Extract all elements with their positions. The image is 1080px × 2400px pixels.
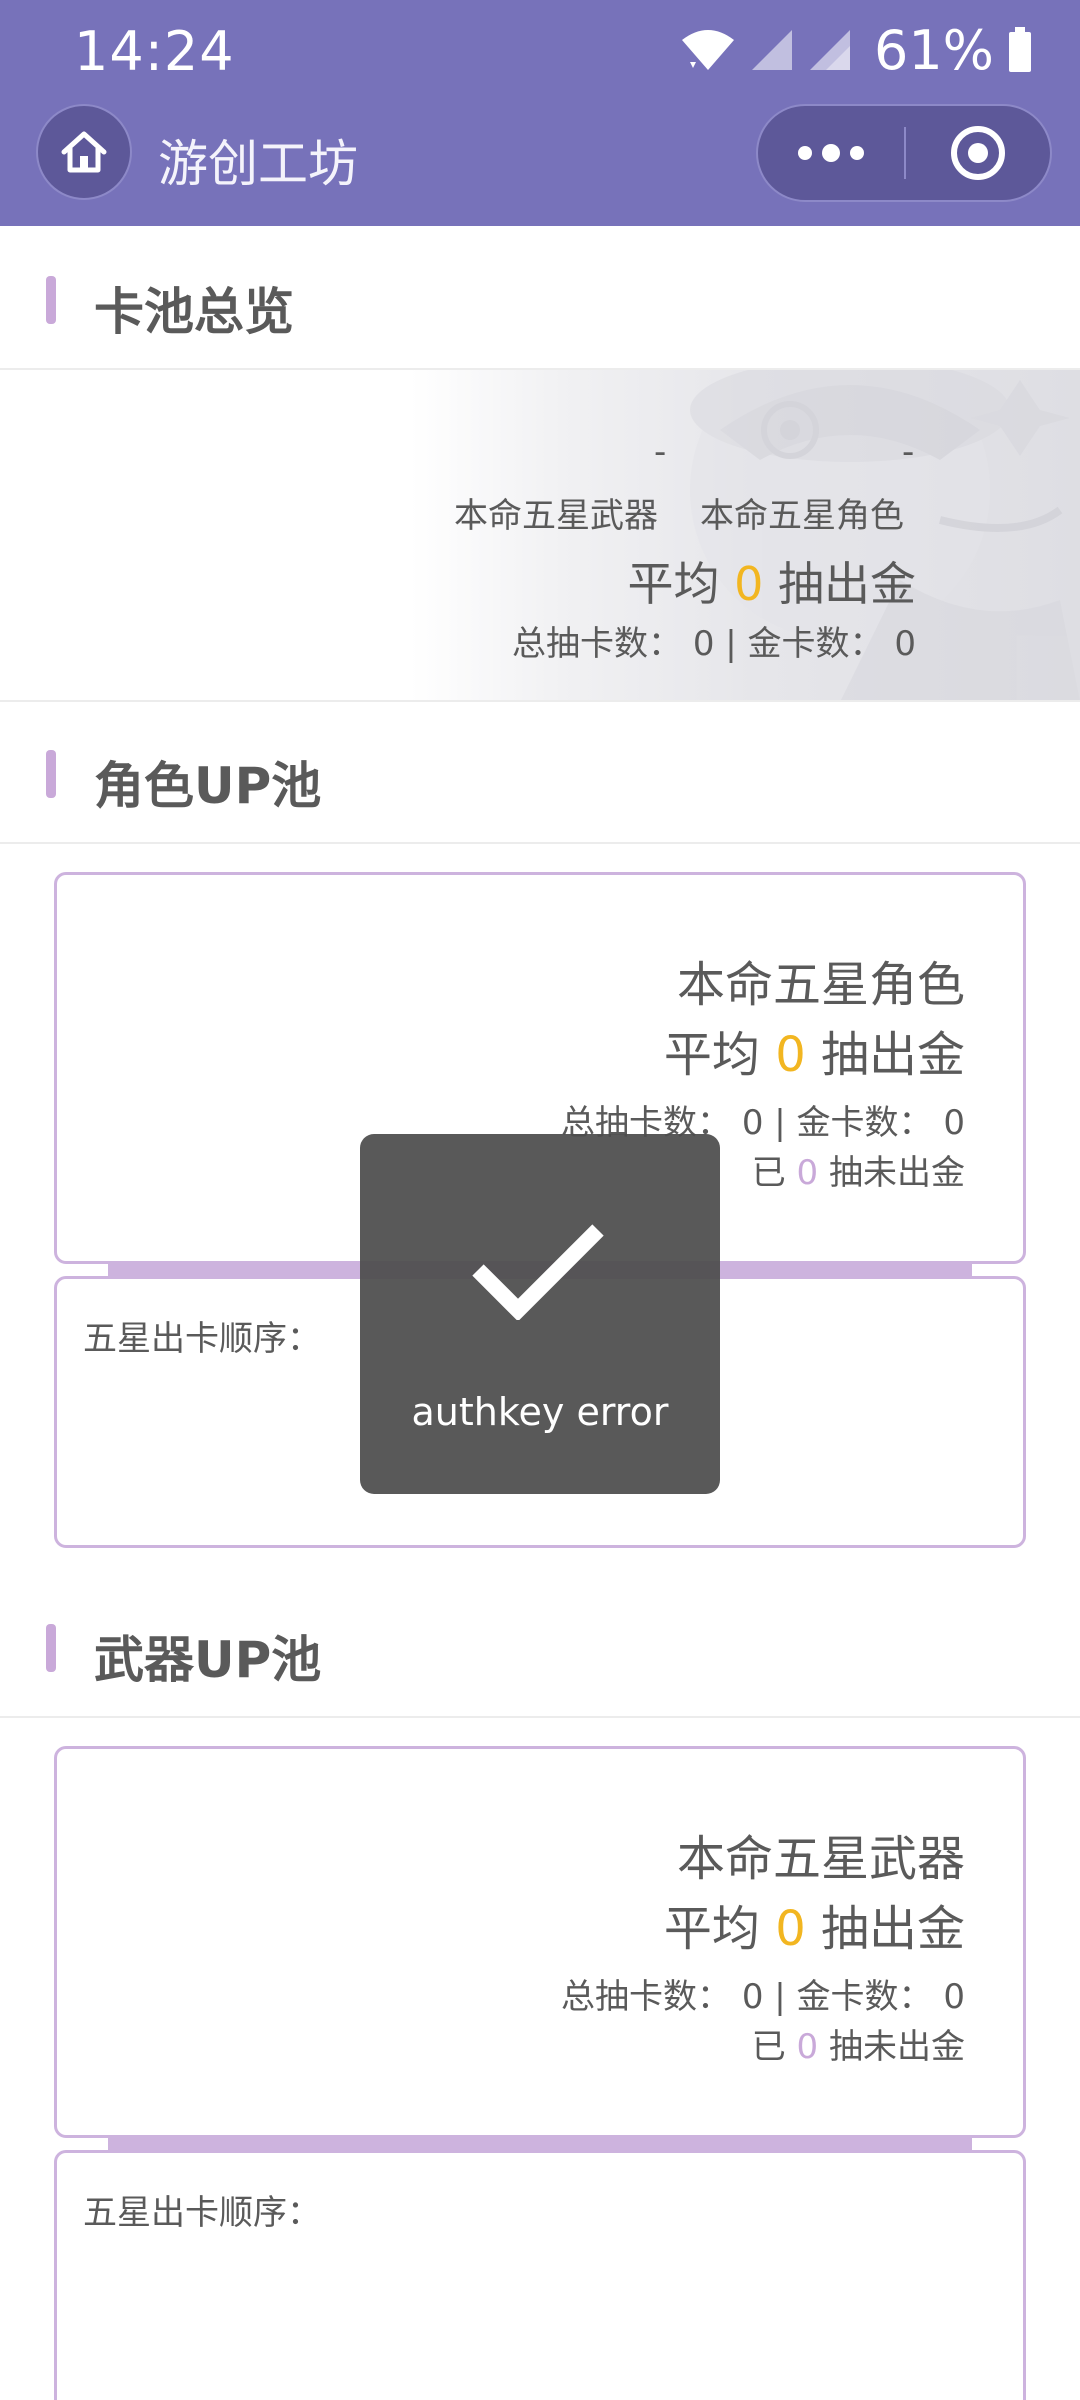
mini-program-capsule (756, 104, 1052, 202)
section-accent-bar (46, 750, 56, 798)
five-star-order-label: 五星出卡顺序： (83, 2193, 321, 2233)
pool-pity: 已 0 抽未出金 (752, 2019, 965, 2068)
more-icon-dot (850, 146, 864, 160)
avg-suffix: 抽出金 (805, 1027, 965, 1083)
pool-average: 平均 0 抽出金 (664, 1015, 965, 1085)
close-button[interactable] (906, 106, 1050, 200)
pity-prefix: 已 (751, 1153, 797, 1193)
nav-title: 游创工坊 (158, 135, 358, 193)
more-icon-dot (822, 144, 840, 162)
status-time: 14:24 (74, 20, 235, 83)
pool-name: 本命五星武器 (676, 1831, 965, 1887)
character-dash: - (902, 432, 915, 472)
pity-value: 0 (796, 2027, 819, 2067)
overview-banner: - - 本命五星武器 本命五星角色 平均 0 抽出金 总抽卡数： 0 | 金卡数… (0, 370, 1080, 702)
weapon-pool-stats-card: 本命五星武器 平均 0 抽出金 总抽卡数： 0 | 金卡数： 0 已 0 抽未出… (54, 1746, 1026, 2138)
section-title: 卡池总览 (94, 283, 294, 341)
pity-prefix: 已 (751, 2027, 797, 2067)
avg-value: 0 (734, 557, 764, 611)
pool-pity: 已 0 抽未出金 (752, 1145, 965, 1194)
section-header-character-pool: 角色UP池 (0, 702, 1080, 844)
overview-average: 平均 0 抽出金 (627, 548, 916, 614)
section-title: 角色UP池 (94, 757, 322, 815)
avg-suffix: 抽出金 (805, 1901, 965, 1957)
weapon-pool-order-card: 五星出卡顺序： (54, 2150, 1026, 2400)
section-accent-bar (46, 276, 56, 324)
home-icon (61, 131, 107, 173)
battery-percent: 61% (873, 18, 994, 82)
pool-name: 本命五星角色 (676, 957, 965, 1013)
avg-suffix: 抽出金 (763, 557, 916, 611)
battery-icon (1009, 27, 1031, 72)
pity-suffix: 抽未出金 (818, 2027, 965, 2067)
pool-average: 平均 0 抽出金 (664, 1889, 965, 1959)
more-icon-dot (798, 146, 812, 160)
avg-prefix: 平均 (663, 1901, 776, 1957)
section-accent-bar (46, 1624, 56, 1672)
status-icons: 61% (680, 19, 1032, 82)
pity-suffix: 抽未出金 (818, 1153, 965, 1193)
toast-popup: authkey error (360, 1134, 720, 1494)
checkmark-icon (472, 1224, 604, 1320)
weapon-label: 本命五星武器 (454, 496, 658, 536)
avg-prefix: 平均 (663, 1027, 776, 1083)
avg-prefix: 平均 (627, 557, 735, 611)
pity-value: 0 (796, 1153, 819, 1193)
five-star-order-label: 五星出卡顺序： (83, 1319, 321, 1359)
overview-total: 总抽卡数： 0 | 金卡数： 0 (512, 624, 916, 664)
section-title: 武器UP池 (94, 1631, 322, 1689)
pool-total: 总抽卡数： 0 | 金卡数： 0 (561, 1977, 965, 2017)
signal-icon-1 (751, 30, 792, 70)
more-button[interactable] (758, 106, 904, 200)
weapon-dash: - (654, 432, 667, 472)
home-button[interactable] (36, 104, 132, 200)
character-label: 本命五星角色 (700, 496, 904, 536)
avg-value: 0 (775, 1027, 806, 1083)
card-divider-strip (108, 2138, 972, 2150)
avg-value: 0 (775, 1901, 806, 1957)
app-header: 14:24 61% 游创工坊 (0, 0, 1080, 226)
signal-icon-2 (809, 30, 850, 70)
section-header-overview: 卡池总览 (0, 228, 1080, 370)
wifi-icon (681, 30, 734, 70)
close-target-icon (951, 126, 1005, 180)
toast-message: authkey error (411, 1390, 669, 1434)
section-header-weapon-pool: 武器UP池 (0, 1576, 1080, 1718)
